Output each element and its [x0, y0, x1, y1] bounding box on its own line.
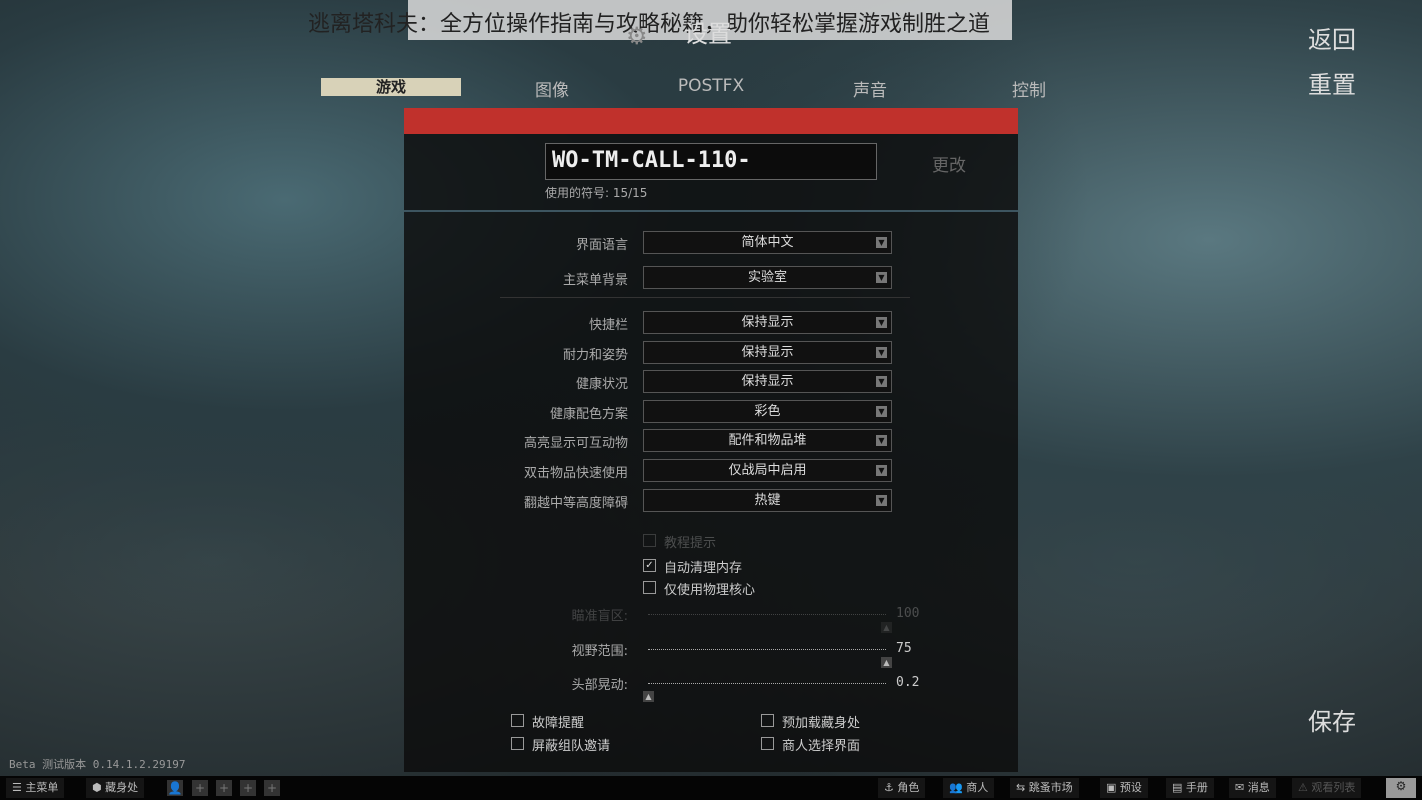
checkbox-label: 预加载藏身处	[782, 716, 861, 731]
save-button[interactable]: 保存	[1308, 702, 1356, 737]
slider-handle[interactable]: ▲	[881, 657, 892, 668]
checkbox[interactable]	[643, 581, 656, 594]
setting-dropdown[interactable]: 保持显示 ▼	[643, 311, 892, 334]
add-group-slot[interactable]: +	[264, 780, 280, 796]
watchlist-button[interactable]: ⚠ 观看列表	[1292, 778, 1362, 798]
setting-dropdown[interactable]: 配件和物品堆 ▼	[643, 429, 892, 452]
setting-dropdown[interactable]: 简体中文 ▼	[643, 231, 892, 254]
slider-value: 0.2	[896, 675, 920, 690]
slider-value: 75	[896, 641, 912, 656]
handbook-button[interactable]: ▤ 手册	[1166, 778, 1214, 798]
back-button[interactable]: 返回	[1308, 20, 1356, 55]
chevron-down-icon: ▼	[876, 495, 887, 506]
watchlist-icon: ⚠	[1298, 781, 1312, 794]
slider-track[interactable]	[648, 614, 886, 615]
slider-track[interactable]	[648, 649, 886, 650]
setting-dropdown[interactable]: 实验室 ▼	[643, 266, 892, 289]
checkbox-label: 自动清理内存	[664, 561, 743, 576]
chevron-down-icon: ▼	[876, 465, 887, 476]
checkbox[interactable]	[511, 737, 524, 750]
slider-label: 头部晃动:	[571, 678, 628, 693]
checkbox[interactable]	[643, 534, 656, 547]
checkbox[interactable]: ✓	[643, 559, 656, 572]
tab-sound[interactable]: 声音	[800, 76, 940, 101]
setting-dropdown[interactable]: 热键 ▼	[643, 489, 892, 512]
handbook-icon: ▤	[1172, 781, 1186, 794]
slider-handle[interactable]: ▲	[643, 691, 654, 702]
setting-label: 双击物品快速使用	[523, 466, 628, 481]
divider	[500, 297, 910, 298]
slider-label: 视野范围:	[571, 644, 628, 659]
setting-dropdown[interactable]: 保持显示 ▼	[643, 341, 892, 364]
setting-label: 高亮显示可互动物	[523, 436, 628, 451]
slider-handle[interactable]: ▲	[881, 622, 892, 633]
setting-dropdown[interactable]: 彩色 ▼	[643, 400, 892, 423]
tab-graphics[interactable]: 图像	[482, 76, 622, 101]
add-group-slot[interactable]: +	[216, 780, 232, 796]
settings-gear-icon[interactable]: ⚙	[1386, 778, 1416, 798]
setting-label: 快捷栏	[588, 318, 628, 333]
slider-label: 瞄准盲区:	[571, 609, 628, 624]
messages-icon: ✉	[1235, 781, 1248, 794]
checkbox-label: 教程提示	[664, 536, 717, 551]
checkbox[interactable]	[761, 737, 774, 750]
hideout-button[interactable]: ⬢ 藏身处	[86, 778, 145, 798]
chevron-down-icon: ▼	[876, 272, 887, 283]
chevron-down-icon: ▼	[876, 406, 887, 417]
version-label: Beta 测试版本 0.14.1.2.29197	[9, 758, 186, 771]
tab-controls[interactable]: 控制	[959, 76, 1099, 101]
setting-label: 界面语言	[575, 238, 628, 253]
setting-label: 主菜单背景	[562, 273, 628, 288]
setting-dropdown[interactable]: 仅战局中启用 ▼	[643, 459, 892, 482]
setting-label: 翻越中等高度障碍	[523, 496, 628, 511]
flea-market-button[interactable]: ⇆ 跳蚤市场	[1010, 778, 1079, 798]
presets-button[interactable]: ▣ 预设	[1100, 778, 1148, 798]
checkbox-label: 故障提醒	[532, 716, 585, 731]
flea-market-icon: ⇆	[1016, 781, 1029, 794]
messages-button[interactable]: ✉ 消息	[1229, 778, 1276, 798]
chevron-down-icon: ▼	[876, 347, 887, 358]
checkbox[interactable]	[761, 714, 774, 727]
banner-text: 逃离塔科夫：全方位操作指南与攻略秘籍，助你轻松掌握游戏制胜之道	[308, 12, 991, 37]
add-group-slot[interactable]: +	[240, 780, 256, 796]
symbols-used: 使用的符号: 15/15	[545, 186, 648, 200]
traders-button[interactable]: 👥 商人	[943, 778, 995, 798]
chevron-down-icon: ▼	[876, 376, 887, 387]
profile-icon[interactable]: 👤	[167, 780, 183, 796]
chevron-down-icon: ▼	[876, 237, 887, 248]
panel-header-bar	[404, 108, 1018, 134]
presets-icon: ▣	[1106, 781, 1120, 794]
checkbox[interactable]	[511, 714, 524, 727]
change-button[interactable]: 更改	[932, 151, 966, 176]
nickname-input[interactable]: WO-TM-CALL-110-	[545, 143, 877, 180]
checkbox-label: 商人选择界面	[782, 739, 861, 754]
slider-value: 100	[896, 606, 920, 621]
setting-label: 健康状况	[575, 377, 628, 392]
main-menu-button[interactable]: ☰ 主菜单	[6, 778, 65, 798]
chevron-down-icon: ▼	[876, 317, 887, 328]
chevron-down-icon: ▼	[876, 435, 887, 446]
character-icon: ⚓	[884, 781, 898, 794]
menu-icon: ☰	[12, 781, 26, 794]
traders-icon: 👥	[949, 781, 967, 794]
setting-label: 耐力和姿势	[562, 348, 628, 363]
character-button[interactable]: ⚓ 角色	[878, 778, 926, 798]
page-title: 设置	[684, 20, 732, 48]
hideout-icon: ⬢	[92, 781, 106, 794]
tab-game[interactable]: 游戏	[321, 78, 461, 96]
tab-postfx[interactable]: POSTFX	[641, 76, 781, 96]
setting-dropdown[interactable]: 保持显示 ▼	[643, 370, 892, 393]
slider-track[interactable]	[648, 683, 886, 684]
setting-label: 健康配色方案	[549, 407, 628, 422]
gear-icon: ⚙	[626, 22, 648, 50]
divider	[404, 210, 1018, 212]
checkbox-label: 屏蔽组队邀请	[532, 739, 611, 754]
reset-button[interactable]: 重置	[1308, 65, 1356, 100]
add-group-slot[interactable]: +	[192, 780, 208, 796]
checkbox-label: 仅使用物理核心	[664, 583, 756, 598]
